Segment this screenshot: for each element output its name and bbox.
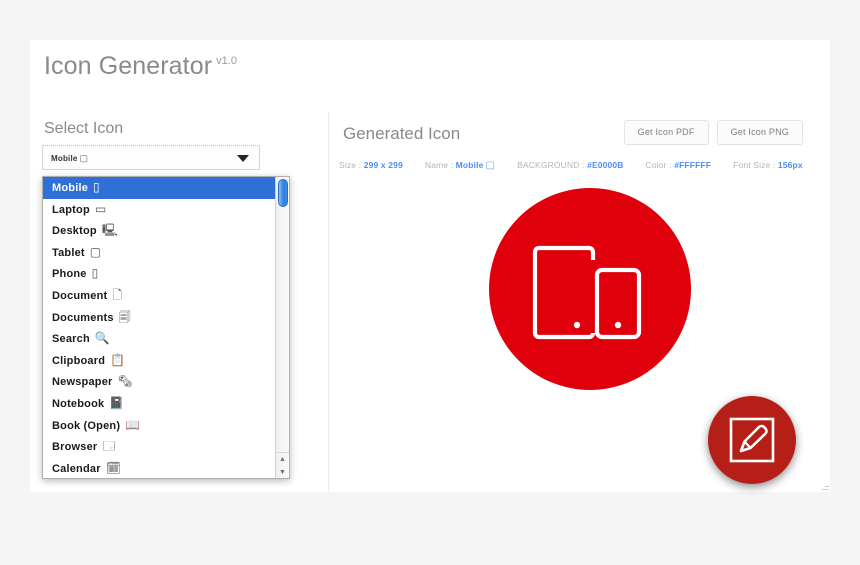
dropdown-item-label: Mobile — [52, 182, 89, 194]
meta-size-label: Size : — [339, 160, 362, 170]
dropdown-item-search[interactable]: Search 🔍 — [43, 328, 275, 350]
icon-select-value-text: Mobile — [51, 154, 78, 163]
dropdown-item-label: Document — [52, 289, 108, 302]
meta-background: BACKGROUND : #E0000B — [517, 160, 623, 170]
dropdown-item-mobile[interactable]: Mobile ▯ — [43, 177, 275, 199]
meta-name: Name : Mobile ▢ — [424, 160, 496, 171]
meta-name-label: Name : — [424, 160, 454, 170]
meta-size-value: 299 x 299 — [363, 160, 403, 170]
meta-background-value: #E0000B — [587, 160, 624, 170]
meta-background-label: BACKGROUND : — [517, 160, 585, 170]
dropdown-item-desktop[interactable]: Desktop 🖳 — [43, 220, 275, 242]
dropdown-item-glyph-icon: 📋 — [110, 352, 126, 367]
dropdown-item-document[interactable]: Document 🗋 — [43, 285, 275, 307]
right-panel: Generated Icon Get Icon PDF Get Icon PNG… — [329, 112, 830, 492]
meta-color: Color : #FFFFFF — [646, 160, 712, 170]
dropdown-item-glyph-icon: 🗓 — [105, 460, 122, 475]
chevron-down-icon[interactable] — [237, 155, 249, 162]
icon-select-input[interactable]: Mobile ▢ — [42, 145, 260, 170]
icon-metadata-bar: Size : 299 x 299 Name : Mobile ▢ BACKGROUND… — [339, 160, 803, 171]
dropdown-item-label: Newspaper — [52, 376, 113, 389]
get-icon-pdf-button[interactable]: Get Icon PDF — [623, 120, 709, 145]
dropdown-item-label: Tablet — [52, 246, 85, 259]
dropdown-item-glyph-icon: 🗐 — [118, 309, 131, 324]
select-icon-label: Select Icon — [44, 120, 124, 137]
dropdown-item-glyph-icon: ▯ — [93, 180, 100, 194]
dropdown-item-newspaper[interactable]: Newspaper 🗞 — [43, 371, 275, 393]
dropdown-item-book-open[interactable]: Book (Open) 📖 — [43, 415, 275, 437]
dropdown-item-clipboard[interactable]: Clipboard 📋 — [43, 350, 275, 372]
dropdown-item-glyph-icon: ▯ — [91, 266, 99, 281]
dropdown-item-label: Book (Open) — [52, 419, 121, 432]
dropdown-item-phone[interactable]: Phone ▯ — [43, 263, 275, 285]
dropdown-item-label: Clipboard — [52, 354, 106, 367]
dropdown-item-glyph-icon: 📓 — [109, 395, 125, 410]
dropdown-item-documents[interactable]: Documents 🗐 — [43, 307, 275, 329]
scroll-up-arrow-icon[interactable]: ▲ — [276, 453, 289, 466]
icon-dropdown-list[interactable]: Mobile ▯ Laptop ▭ Desktop 🖳 Tablet ▢ Phone ▯ Docum… — [42, 176, 290, 479]
card-resize-handle[interactable] — [819, 481, 829, 491]
meta-color-label: Color : — [645, 160, 672, 170]
dropdown-item-glyph-icon: 🗞 — [117, 374, 133, 389]
dropdown-item-label: Notebook — [52, 397, 105, 410]
dropdown-item-browser[interactable]: Browser 🗔 — [43, 436, 275, 458]
dropdown-item-glyph-icon: 🗔 — [102, 439, 116, 454]
edit-icon-button[interactable] — [708, 396, 796, 484]
page-title: Icon Generator v1.0 — [44, 52, 237, 81]
page-title-text: Icon Generator — [44, 52, 213, 80]
dropdown-item-glyph-icon: ▭ — [94, 201, 107, 216]
scroll-down-arrow-icon[interactable]: ▼ — [276, 466, 289, 478]
dropdown-item-label: Laptop — [52, 203, 90, 216]
dropdown-item-tablet[interactable]: Tablet ▢ — [43, 242, 275, 264]
dropdown-item-label: Desktop — [52, 225, 97, 238]
dropdown-item-notebook[interactable]: Notebook 📓 — [43, 393, 275, 415]
dropdown-scrollbar-thumb[interactable] — [278, 179, 288, 207]
meta-font-size: Font Size : 156px — [733, 160, 803, 170]
pencil-edit-icon — [729, 417, 775, 463]
app-card: Icon Generator v1.0 Select Icon Mobile ▢ M… — [30, 40, 830, 492]
generated-icon-title: Generated Icon — [343, 124, 461, 143]
meta-name-value: Mobile — [455, 160, 484, 170]
meta-size: Size : 299 x 299 — [339, 160, 403, 170]
generated-icon-preview — [489, 188, 691, 390]
dropdown-scrollview: Mobile ▯ Laptop ▭ Desktop 🖳 Tablet ▢ Phone ▯ Docum… — [43, 177, 275, 478]
dropdown-scrollbar[interactable]: ▲ ▼ — [275, 177, 289, 478]
dropdown-item-label: Browser — [52, 441, 98, 454]
dropdown-item-label: Calendar — [52, 462, 101, 475]
mobile-devices-icon — [532, 245, 642, 340]
dropdown-item-label: Phone — [52, 268, 87, 281]
dropdown-item-glyph-icon: ▢ — [89, 244, 102, 259]
dropdown-item-label: Search — [52, 333, 90, 346]
meta-font-size-value: 156px — [777, 160, 803, 170]
left-panel: Select Icon Mobile ▢ Mobile ▯ Laptop ▭ Deskto… — [30, 112, 300, 490]
dropdown-item-label: Documents — [52, 311, 114, 324]
meta-name-glyph-icon: ▢ — [485, 160, 496, 171]
dropdown-item-glyph-icon: 🗋 — [112, 287, 123, 302]
dropdown-item-calendar[interactable]: Calendar 🗓 — [43, 458, 275, 478]
dropdown-item-glyph-icon: 📖 — [125, 417, 141, 432]
get-icon-png-button[interactable]: Get Icon PNG — [716, 120, 803, 145]
dropdown-item-glyph-icon: 🔍 — [94, 331, 111, 346]
dropdown-scroll-arrows[interactable]: ▲ ▼ — [276, 452, 289, 478]
dropdown-item-laptop[interactable]: Laptop ▭ — [43, 199, 275, 221]
page-version: v1.0 — [216, 55, 237, 67]
icon-preview-area — [329, 178, 830, 492]
meta-font-size-label: Font Size : — [733, 160, 776, 170]
mobile-glyph-icon: ▢ — [79, 153, 89, 163]
icon-select-value: Mobile ▢ — [51, 153, 88, 164]
dropdown-item-glyph-icon: 🖳 — [101, 223, 119, 238]
meta-color-value: #FFFFFF — [674, 160, 712, 170]
export-buttons: Get Icon PDF Get Icon PNG — [623, 120, 803, 145]
